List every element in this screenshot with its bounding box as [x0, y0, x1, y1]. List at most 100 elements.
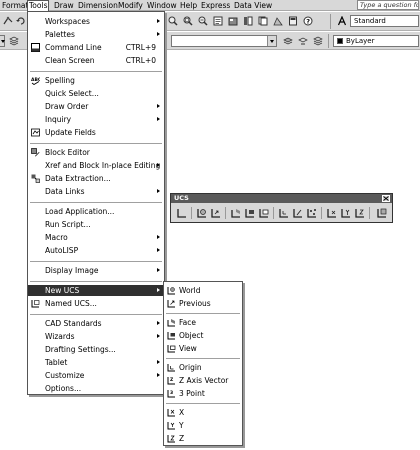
menu-item-data-links[interactable]: Data Links: [28, 186, 164, 197]
match-properties-icon[interactable]: [3, 16, 13, 26]
menu-item-inquiry[interactable]: Inquiry: [28, 114, 164, 125]
sheet-set-icon[interactable]: [258, 16, 268, 26]
ucs-y-icon[interactable]: [340, 207, 352, 219]
text-style-icon[interactable]: [337, 16, 347, 26]
menu-item-display-image[interactable]: Display Image: [28, 265, 164, 276]
workspace-dropdown-arrow[interactable]: [0, 36, 5, 46]
menu-item-autolisp[interactable]: AutoLISP: [28, 245, 164, 256]
ucs-z-icon[interactable]: [354, 207, 366, 219]
ucs-z-axis-vector-icon[interactable]: [292, 207, 304, 219]
menu-express[interactable]: Express: [200, 1, 231, 11]
menu-help[interactable]: Help: [179, 1, 198, 11]
submenu-item-origin[interactable]: Origin: [164, 362, 242, 373]
menu-item-draw-order[interactable]: Draw Order: [28, 101, 164, 112]
ucs-3-point-icon[interactable]: [306, 207, 318, 219]
menu-item-block-editor[interactable]: Block Editor: [28, 147, 164, 158]
menu-item-command-line[interactable]: Command Line CTRL+9: [28, 42, 164, 53]
calculator-icon[interactable]: [288, 16, 298, 26]
menu-item-drafting-settings[interactable]: Drafting Settings...: [28, 344, 164, 355]
markup-icon[interactable]: [273, 16, 283, 26]
layer-properties-icon[interactable]: [9, 36, 19, 46]
ucs-toolbar[interactable]: UCS: [170, 193, 393, 223]
submenu-item-view[interactable]: View: [164, 343, 242, 354]
submenu-item-previous[interactable]: Previous: [164, 298, 242, 309]
submenu-item-z[interactable]: Z: [164, 433, 242, 444]
submenu-item-face[interactable]: Face: [164, 317, 242, 328]
ucs-icon[interactable]: [176, 207, 188, 219]
menu-dimension[interactable]: Dimension: [77, 1, 119, 11]
color-swatch: [337, 38, 343, 44]
help-search-input[interactable]: Type a question for: [357, 0, 419, 10]
menu-tools[interactable]: Tools: [27, 0, 50, 11]
menu-draw[interactable]: Draw: [53, 1, 75, 11]
menu-format[interactable]: Format: [1, 1, 29, 11]
ucs-x-icon[interactable]: [326, 207, 338, 219]
menu-item-data-extraction[interactable]: Data Extraction...: [28, 173, 164, 184]
menu-item-tablet[interactable]: Tablet: [28, 357, 164, 368]
menu-item-xref-and-block-in-place-editing[interactable]: Xref and Block In-place Editing: [28, 160, 164, 171]
submenu-arrow-icon: [157, 321, 160, 325]
layer-dropdown-arrow[interactable]: [267, 36, 276, 46]
ucs-previous-icon[interactable]: [210, 207, 222, 219]
menu-item-macro[interactable]: Macro: [28, 232, 164, 243]
new-ucs-submenu: World Previous Face Object View Origin Z…: [163, 281, 243, 446]
toolbar-separator: [328, 34, 329, 48]
zoom-realtime-icon[interactable]: [168, 16, 178, 26]
menu-item-quick-select[interactable]: Quick Select...: [28, 88, 164, 99]
menu-item-spelling[interactable]: ABC Spelling: [28, 75, 164, 86]
svg-text:3: 3: [170, 390, 173, 396]
menu-window[interactable]: Window: [146, 1, 178, 11]
workspace-select[interactable]: [0, 35, 5, 47]
ucs-view-icon[interactable]: [258, 207, 270, 219]
menu-separator: [30, 261, 162, 262]
color-control-value: ByLayer: [346, 37, 375, 45]
ucs-y-icon: [167, 421, 176, 430]
close-icon[interactable]: [382, 195, 390, 202]
submenu-item-world[interactable]: World: [164, 285, 242, 296]
menu-item-new-ucs[interactable]: New UCS: [28, 285, 164, 296]
help-icon[interactable]: ?: [303, 16, 313, 26]
zoom-window-icon[interactable]: [183, 16, 193, 26]
make-object-layer-current-icon[interactable]: [283, 36, 293, 46]
design-center-icon[interactable]: [228, 16, 238, 26]
ucs-face-icon[interactable]: [230, 207, 242, 219]
menu-item-update-fields[interactable]: Update Fields: [28, 127, 164, 138]
menu-item-named-ucs[interactable]: Named UCS...: [28, 298, 164, 309]
ucs-z-axis-vector-icon: Z: [167, 376, 176, 385]
toolbar-separator: [191, 207, 192, 219]
ucs-object-icon[interactable]: [244, 207, 256, 219]
ucs-toolbar-title[interactable]: UCS: [171, 194, 392, 203]
layer-previous-icon[interactable]: [298, 36, 308, 46]
menu-item-cad-standards[interactable]: CAD Standards: [28, 318, 164, 329]
menu-item-run-script[interactable]: Run Script...: [28, 219, 164, 230]
menu-item-options[interactable]: Options...: [28, 383, 164, 394]
menu-modify[interactable]: Modify: [117, 1, 144, 11]
ucs-origin-icon[interactable]: [278, 207, 290, 219]
layer-select[interactable]: [171, 35, 277, 47]
submenu-item-z-axis-vector[interactable]: Z Z Axis Vector: [164, 375, 242, 386]
undo-icon[interactable]: [16, 16, 26, 26]
menu-data-view[interactable]: Data View: [233, 1, 273, 11]
menu-item-customize[interactable]: Customize: [28, 370, 164, 381]
submenu-item-x[interactable]: X: [164, 407, 242, 418]
menu-item-wizards[interactable]: Wizards: [28, 331, 164, 342]
properties-icon[interactable]: [213, 16, 223, 26]
zoom-previous-icon[interactable]: [198, 16, 208, 26]
submenu-item-3-point[interactable]: 3 3 Point: [164, 388, 242, 399]
color-control-select[interactable]: ByLayer: [333, 35, 419, 47]
menu-item-load-application[interactable]: Load Application...: [28, 206, 164, 217]
submenu-item-y[interactable]: Y: [164, 420, 242, 431]
submenu-arrow-icon: [157, 32, 160, 36]
toolbar-separator: [225, 207, 226, 219]
text-style-value: Standard: [354, 17, 386, 25]
menu-item-clean-screen[interactable]: Clean Screen CTRL+0: [28, 55, 164, 66]
toolbar-separator: [321, 207, 322, 219]
submenu-item-object[interactable]: Object: [164, 330, 242, 341]
tool-palettes-icon[interactable]: [243, 16, 253, 26]
text-style-select[interactable]: Standard: [350, 15, 419, 27]
menu-item-palettes[interactable]: Palettes: [28, 29, 164, 40]
ucs-world-icon[interactable]: [196, 207, 208, 219]
layer-states-icon[interactable]: [313, 36, 323, 46]
apply-ucs-icon[interactable]: [376, 207, 388, 219]
menu-item-workspaces[interactable]: Workspaces: [28, 16, 164, 27]
